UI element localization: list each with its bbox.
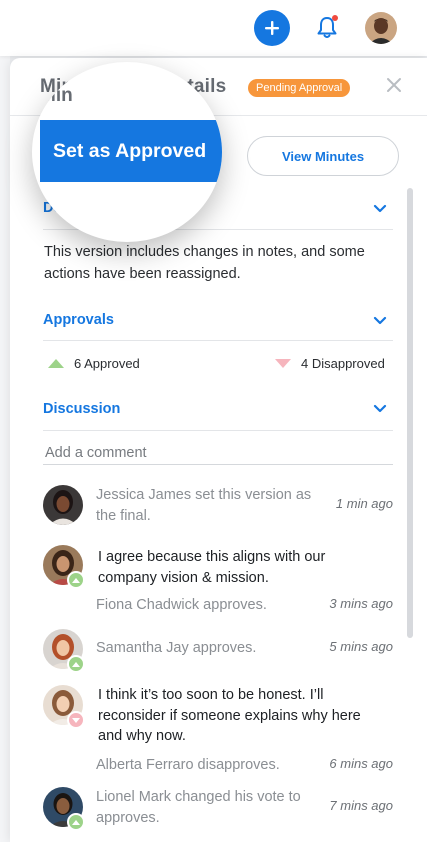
spotlight-highlight: Min Set as Approved	[32, 62, 222, 242]
activity-text: Alberta Ferraro disapproves.	[96, 757, 280, 773]
approve-triangle-icon	[48, 359, 64, 368]
divider	[43, 430, 393, 431]
activity-time: 7 mins ago	[329, 798, 393, 813]
activity-time: 1 min ago	[335, 496, 393, 511]
user-avatar[interactable]	[365, 12, 397, 44]
disapprove-icon	[72, 717, 80, 723]
approve-icon	[72, 819, 80, 825]
activity-item: Lionel Mark changed his vote to approves…	[43, 787, 393, 831]
comment-item: I think it’s too soon to be honest. I’ll…	[43, 685, 393, 777]
chevron-down-icon[interactable]	[372, 203, 388, 215]
divider	[43, 340, 393, 341]
activity-time: 6 mins ago	[329, 756, 393, 771]
notification-dot	[332, 15, 338, 21]
spotlight-title-fragment: Min	[40, 85, 73, 106]
add-button[interactable]	[254, 10, 290, 46]
disapprove-badge	[67, 711, 85, 729]
chevron-down-icon[interactable]	[372, 315, 388, 327]
approve-icon	[72, 577, 80, 583]
description-text: This version includes changes in notes, …	[44, 244, 365, 282]
comment-item: I agree because this aligns with our com…	[43, 545, 393, 615]
top-bar	[0, 0, 427, 56]
avatar	[43, 485, 83, 525]
activity-text: Jessica James set this version as the fi…	[96, 487, 312, 524]
comment-text: I agree because this aligns with our com…	[98, 549, 326, 586]
activity-text: Fiona Chadwick approves.	[96, 597, 267, 613]
view-minutes-button[interactable]: View Minutes	[247, 136, 399, 176]
disapproved-count: 4 Disapproved	[275, 356, 385, 371]
status-badge: Pending Approval	[248, 79, 351, 97]
comment-input[interactable]	[43, 441, 393, 465]
activity-time: 5 mins ago	[329, 639, 393, 654]
close-icon[interactable]	[385, 76, 403, 94]
plus-icon	[265, 21, 279, 35]
activity-text: Samantha Jay approves.	[96, 640, 257, 656]
chevron-down-icon[interactable]	[372, 403, 388, 415]
activity-text: Lionel Mark changed his vote to approves…	[96, 789, 301, 826]
comment-text: I think it’s too soon to be honest. I’ll…	[98, 687, 361, 744]
approve-badge	[67, 813, 85, 831]
activity-item: Jessica James set this version as the fi…	[43, 485, 393, 529]
discussion-title: Discussion	[43, 401, 121, 417]
activity-time: 3 mins ago	[329, 596, 393, 611]
activity-item: Samantha Jay approves. 5 mins ago	[43, 629, 393, 673]
approved-count: 6 Approved	[48, 356, 140, 371]
disapprove-triangle-icon	[275, 359, 291, 368]
approve-badge	[67, 571, 85, 589]
scrollbar[interactable]	[407, 188, 413, 638]
set-as-approved-button[interactable]: Set as Approved	[40, 120, 222, 182]
approvals-title: Approvals	[43, 312, 114, 328]
approve-icon	[72, 661, 80, 667]
background-page	[0, 56, 10, 842]
approve-badge	[67, 655, 85, 673]
